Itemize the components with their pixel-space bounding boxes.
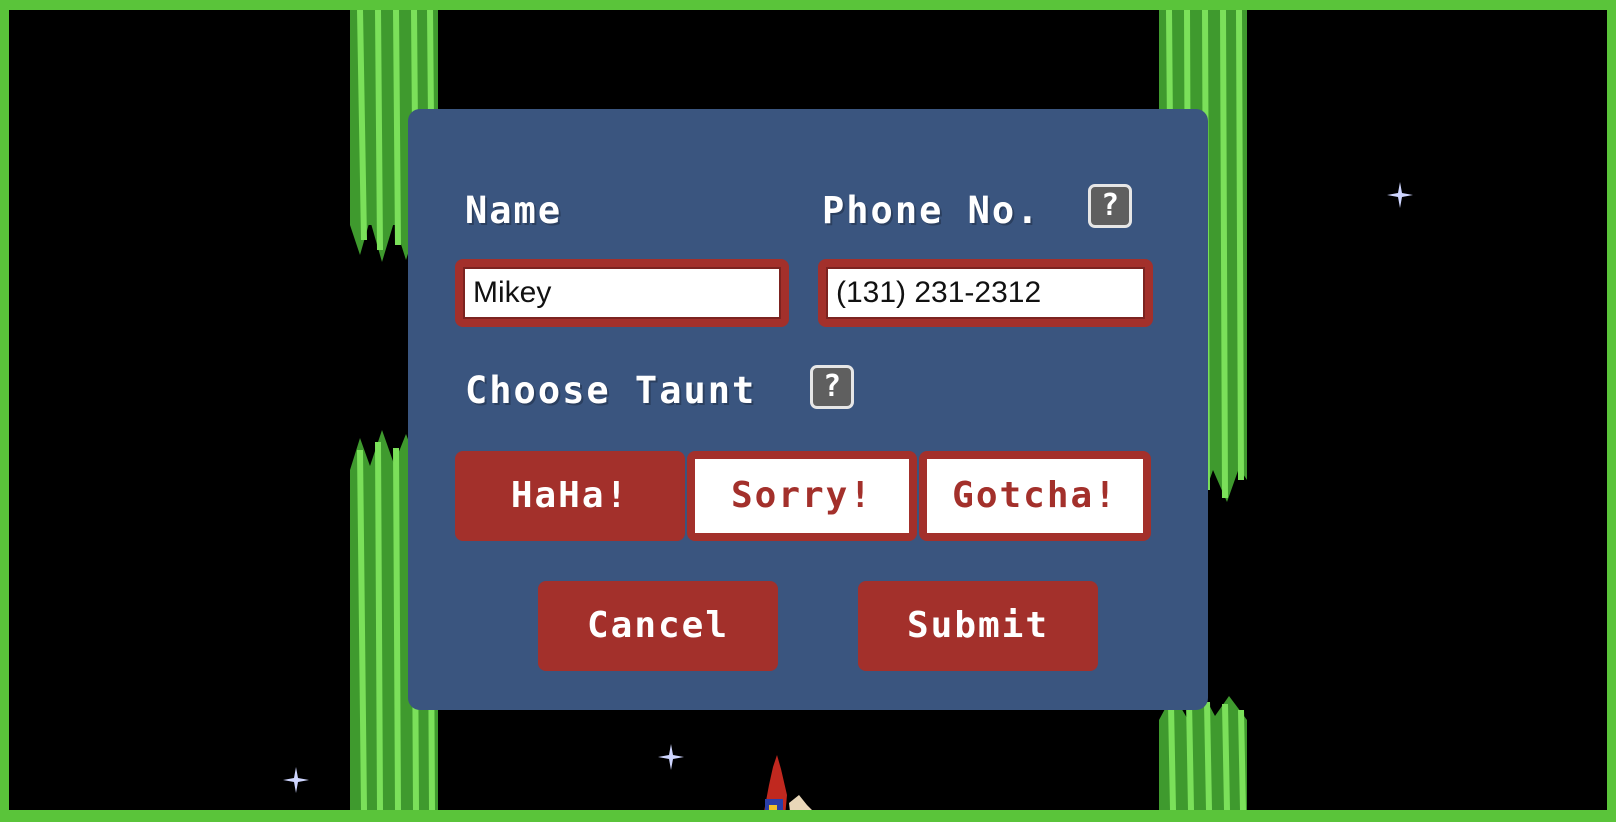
cancel-button[interactable]: Cancel <box>538 581 778 671</box>
taunt-sorry-button[interactable]: Sorry! <box>687 451 917 541</box>
star-icon <box>1387 182 1413 208</box>
taunt-form-dialog: Name Phone No. ? Mikey (131) 231-2312 Ch… <box>408 109 1208 710</box>
name-field[interactable]: Mikey <box>455 259 789 327</box>
choose-taunt-label: Choose Taunt <box>465 369 757 412</box>
taunt-gotcha-button[interactable]: Gotcha! <box>919 451 1151 541</box>
phone-field[interactable]: (131) 231-2312 <box>818 259 1153 327</box>
taunt-haha-button[interactable]: HaHa! <box>455 451 685 541</box>
name-label: Name <box>465 189 563 232</box>
taunt-help-icon[interactable]: ? <box>810 365 854 409</box>
phone-field-value: (131) 231-2312 <box>836 276 1042 309</box>
phone-label: Phone No. <box>822 189 1041 232</box>
player-sprite <box>764 755 812 810</box>
submit-button[interactable]: Submit <box>858 581 1098 671</box>
phone-help-icon[interactable]: ? <box>1088 184 1132 228</box>
star-icon <box>658 744 684 770</box>
game-canvas: Name Phone No. ? Mikey (131) 231-2312 Ch… <box>9 10 1607 810</box>
name-field-value: Mikey <box>473 276 552 309</box>
star-icon <box>283 767 309 793</box>
